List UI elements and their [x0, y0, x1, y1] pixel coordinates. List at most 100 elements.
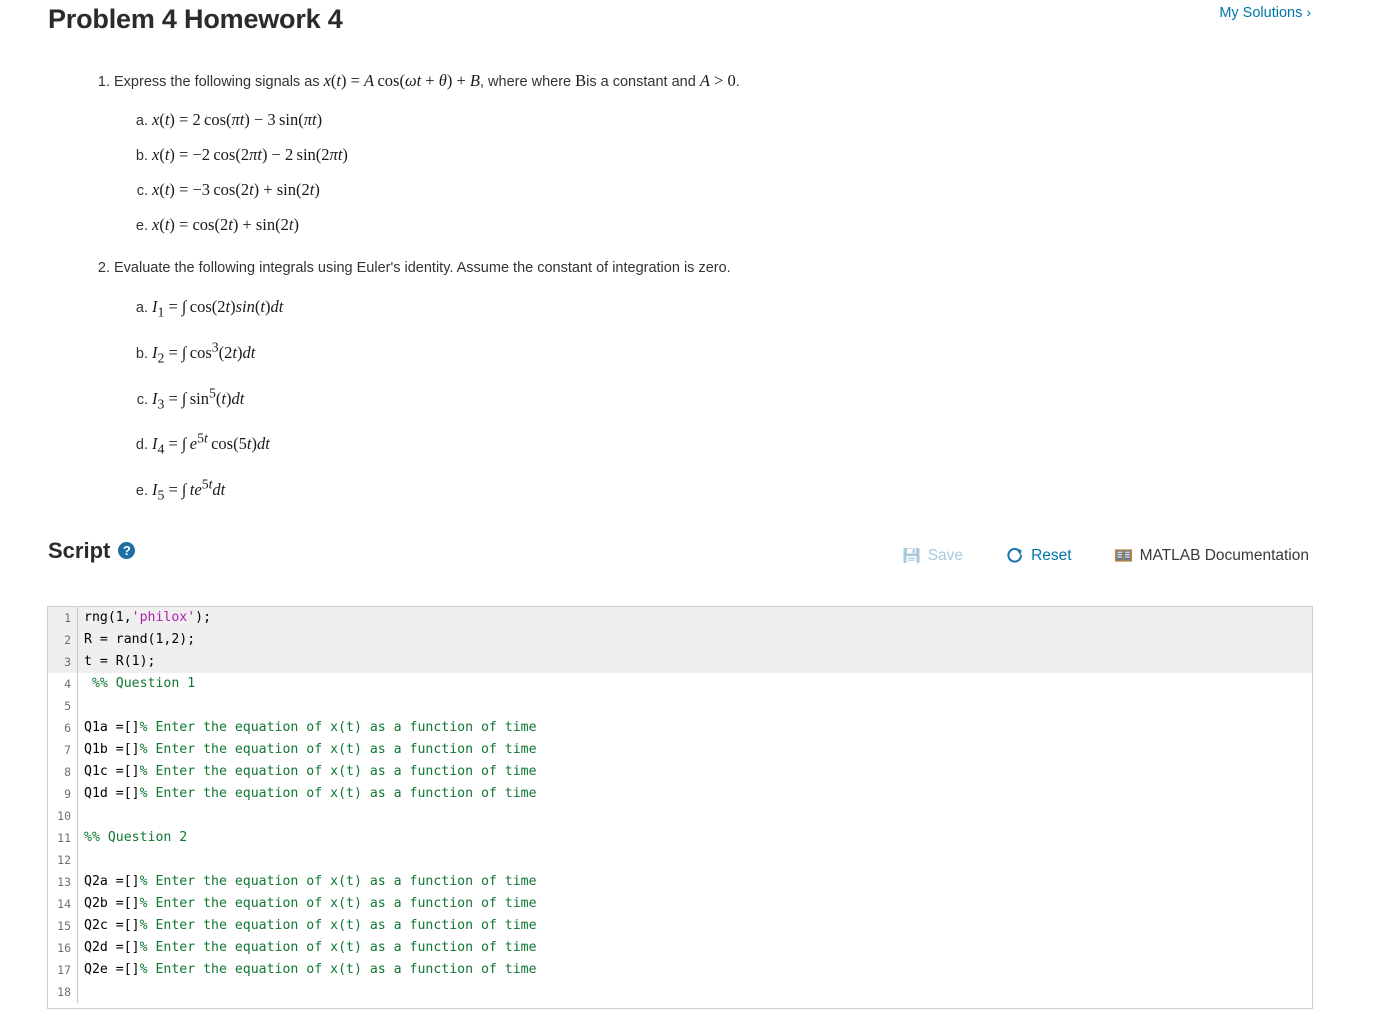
- question-1-prompt-end: .: [735, 74, 740, 90]
- code-token-plain: Q2c =[]: [84, 918, 140, 933]
- code-line-text[interactable]: Q2b =[]% Enter the equation of x(t) as a…: [77, 893, 537, 915]
- line-number: 12: [57, 853, 71, 867]
- code-line-text[interactable]: Q2e =[]% Enter the equation of x(t) as a…: [77, 959, 537, 981]
- code-line[interactable]: 18: [48, 981, 1312, 1003]
- line-number: 18: [57, 985, 71, 999]
- code-line-text[interactable]: [77, 695, 92, 717]
- code-line-text[interactable]: %% Question 2: [77, 827, 187, 849]
- code-token-com: % Enter the equation of x(t) as a functi…: [139, 940, 537, 955]
- question-2-item-e-math: I5 = ∫ te5tdt: [152, 476, 226, 503]
- code-token-com: % Enter the equation of x(t) as a functi…: [139, 962, 537, 977]
- question-1-item-b-math: x(t) = −2 cos(2πt) − 2 sin(2πt): [152, 145, 348, 164]
- help-icon[interactable]: ?: [118, 542, 136, 559]
- code-line-text[interactable]: Q2c =[]% Enter the equation of x(t) as a…: [77, 915, 537, 937]
- save-icon: [902, 546, 921, 565]
- question-1-items: x(t) = 2 cos(πt) − 3 sin(πt) x(t) = −2 c…: [114, 103, 1333, 243]
- code-line[interactable]: 5: [48, 695, 1312, 717]
- code-line[interactable]: 13 Q2a =[]% Enter the equation of x(t) as…: [48, 871, 1312, 893]
- question-1-item-e: x(t) = cos(2t) + sin(2t): [152, 208, 1333, 243]
- question-1-prompt-where: where: [531, 74, 572, 90]
- code-line[interactable]: 9 Q1d =[]% Enter the equation of x(t) as …: [48, 783, 1312, 805]
- code-token-plain: Q2a =[]: [84, 874, 140, 889]
- code-line[interactable]: 12: [48, 849, 1312, 871]
- question-1-prompt-pre: Express the following signals as: [114, 74, 320, 90]
- code-token-plain: Q2d =[]: [84, 940, 140, 955]
- line-number: 11: [57, 831, 71, 845]
- code-line[interactable]: 7 Q1b =[]% Enter the equation of x(t) as …: [48, 739, 1312, 761]
- code-line-text[interactable]: rng(1,'philox');: [77, 607, 211, 629]
- code-line[interactable]: 6 Q1a =[]% Enter the equation of x(t) as …: [48, 717, 1312, 739]
- question-1-prompt-post: is a constant and: [586, 74, 696, 90]
- code-line[interactable]: 1 rng(1,'philox');: [48, 607, 1312, 629]
- question-2-item-b: I2 = ∫ cos3(2t)dt: [152, 329, 1333, 375]
- code-line-text[interactable]: Q2d =[]% Enter the equation of x(t) as a…: [77, 937, 537, 959]
- code-token-plain: Q1a =[]: [84, 720, 140, 735]
- question-2-item-b-math: I2 = ∫ cos3(2t)dt: [152, 339, 256, 366]
- line-number: 13: [57, 875, 71, 889]
- question-2-item-e: I5 = ∫ te5tdt: [152, 467, 1333, 513]
- line-number: 9: [64, 787, 71, 801]
- code-line[interactable]: 17 Q2e =[]% Enter the equation of x(t) as…: [48, 959, 1312, 981]
- code-token-str: 'philox': [131, 610, 196, 625]
- my-solutions-link[interactable]: My Solutions ›: [1219, 4, 1311, 21]
- line-number: 2: [64, 633, 71, 647]
- code-line[interactable]: 2 R = rand(1,2);: [48, 629, 1312, 651]
- script-title: Script?: [48, 538, 136, 564]
- code-line[interactable]: 11 %% Question 2: [48, 827, 1312, 849]
- question-1-prompt-mid: , where: [480, 74, 528, 90]
- code-token-plain: rng(1,: [84, 610, 132, 625]
- line-number: 17: [57, 963, 71, 977]
- line-number: 4: [64, 677, 71, 691]
- chevron-right-icon: ›: [1306, 4, 1311, 20]
- code-line[interactable]: 8 Q1c =[]% Enter the equation of x(t) as …: [48, 761, 1312, 783]
- script-toolbar: Save Reset MATLAB Documentation: [902, 546, 1309, 565]
- code-line[interactable]: 4 %% Question 1: [48, 673, 1312, 695]
- question-2-item-d-math: I4 = ∫ e5t cos(5t)dt: [152, 430, 270, 457]
- reset-button[interactable]: Reset: [1005, 546, 1072, 565]
- code-line-text[interactable]: [77, 981, 92, 1003]
- code-line[interactable]: 16 Q2d =[]% Enter the equation of x(t) as…: [48, 937, 1312, 959]
- book-icon: [1114, 546, 1133, 565]
- code-token-plain: t = R(1);: [84, 654, 156, 669]
- code-token-com: % Enter the equation of x(t) as a functi…: [139, 918, 537, 933]
- question-1-item-e-math: x(t) = cos(2t) + sin(2t): [152, 215, 299, 234]
- code-token-sec: %% Question 1: [84, 676, 196, 691]
- code-line-text[interactable]: R = rand(1,2);: [77, 629, 195, 651]
- code-line[interactable]: 10: [48, 805, 1312, 827]
- code-token-plain: Q2e =[]: [84, 962, 140, 977]
- code-line-text[interactable]: Q1d =[]% Enter the equation of x(t) as a…: [77, 783, 537, 805]
- script-title-label: Script: [48, 538, 111, 563]
- question-2-item-a-math: I1 = ∫ cos(2t)sin(t)dt: [152, 297, 284, 320]
- code-token-com: % Enter the equation of x(t) as a functi…: [139, 874, 537, 889]
- code-line-text[interactable]: [77, 849, 92, 871]
- code-line-text[interactable]: %% Question 1: [77, 673, 195, 695]
- matlab-documentation-button[interactable]: MATLAB Documentation: [1114, 546, 1309, 565]
- code-lines[interactable]: 1 rng(1,'philox'); 2 R = rand(1,2); 3 t = R(1…: [48, 607, 1312, 1003]
- question-2: Evaluate the following integrals using E…: [114, 255, 1333, 512]
- save-button[interactable]: Save: [902, 546, 963, 565]
- code-line-text[interactable]: [77, 805, 92, 827]
- code-line-text[interactable]: Q2a =[]% Enter the equation of x(t) as a…: [77, 871, 537, 893]
- code-line-text[interactable]: Q1a =[]% Enter the equation of x(t) as a…: [77, 717, 537, 739]
- reset-label: Reset: [1031, 546, 1072, 564]
- reset-icon: [1005, 546, 1024, 565]
- code-token-plain: Q1d =[]: [84, 786, 140, 801]
- page-header: Problem 4 Homework 4 My Solutions ›: [0, 0, 1381, 50]
- code-line-text[interactable]: Q1b =[]% Enter the equation of x(t) as a…: [77, 739, 537, 761]
- problem-statement: Express the following signals as x(t) = …: [0, 68, 1381, 512]
- code-line-text[interactable]: Q1c =[]% Enter the equation of x(t) as a…: [77, 761, 537, 783]
- question-2-item-d: I4 = ∫ e5t cos(5t)dt: [152, 421, 1333, 467]
- code-editor[interactable]: 1 rng(1,'philox'); 2 R = rand(1,2); 3 t = R(1…: [47, 606, 1313, 1009]
- code-token-com: % Enter the equation of x(t) as a functi…: [139, 896, 537, 911]
- line-number: 5: [64, 699, 71, 713]
- question-1-item-b: x(t) = −2 cos(2πt) − 2 sin(2πt): [152, 138, 1333, 173]
- code-line[interactable]: 14 Q2b =[]% Enter the equation of x(t) as…: [48, 893, 1312, 915]
- line-number: 6: [64, 721, 71, 735]
- code-token-com: % Enter the equation of x(t) as a functi…: [139, 764, 537, 779]
- code-line[interactable]: 3 t = R(1);: [48, 651, 1312, 673]
- line-number: 14: [57, 897, 71, 911]
- code-line-text[interactable]: t = R(1);: [77, 651, 155, 673]
- code-line[interactable]: 15 Q2c =[]% Enter the equation of x(t) as…: [48, 915, 1312, 937]
- matlab-documentation-label: MATLAB Documentation: [1139, 546, 1309, 564]
- question-1-item-c: x(t) = −3 cos(2t) + sin(2t): [152, 173, 1333, 208]
